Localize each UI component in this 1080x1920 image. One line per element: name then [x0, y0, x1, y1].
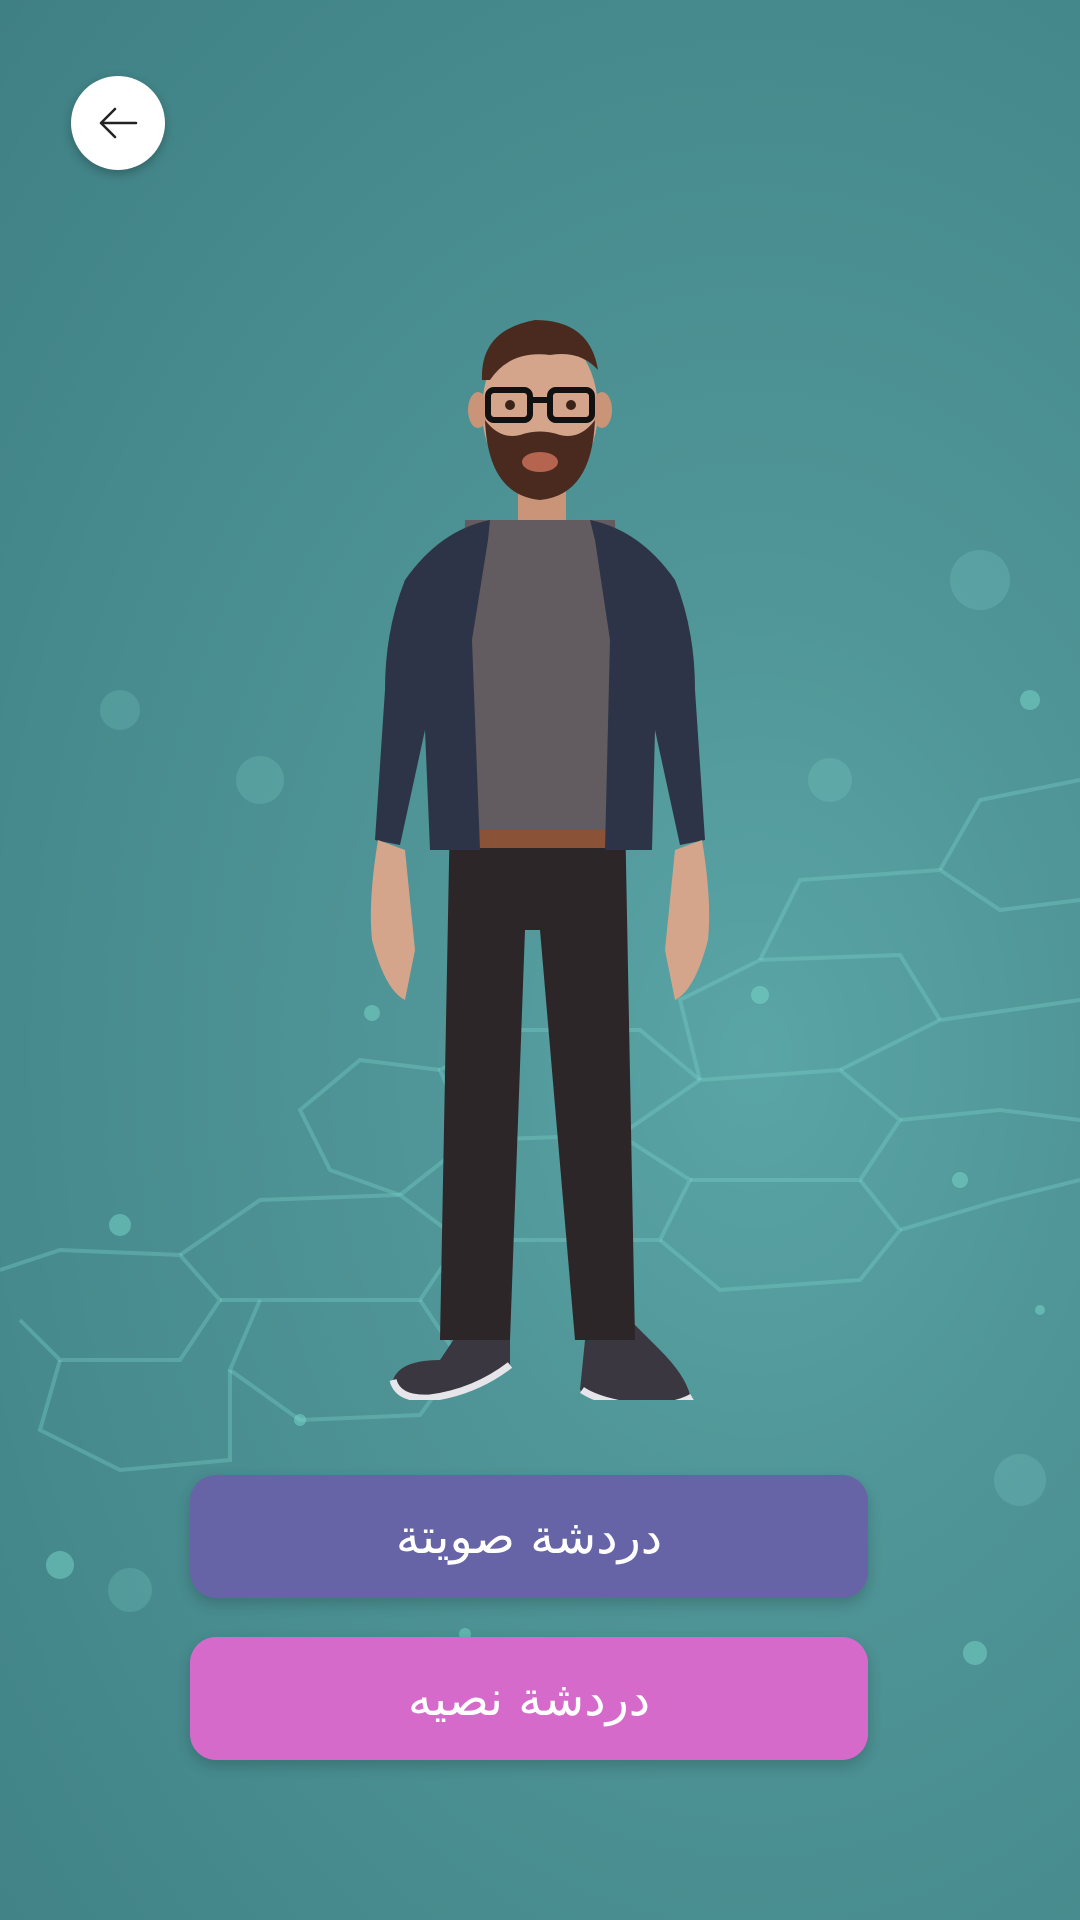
voice-chat-button[interactable]: دردشة صويتة: [190, 1475, 868, 1598]
arrow-left-icon: [99, 107, 138, 139]
avatar-chat-screen: دردشة صويتة دردشة نصيه: [0, 0, 1080, 1920]
voice-chat-label: دردشة صويتة: [395, 1508, 663, 1565]
text-chat-label: دردشة نصيه: [407, 1670, 651, 1727]
back-button[interactable]: [71, 76, 165, 170]
text-chat-button[interactable]: دردشة نصيه: [190, 1637, 868, 1760]
avatar-figure: [370, 320, 710, 1400]
